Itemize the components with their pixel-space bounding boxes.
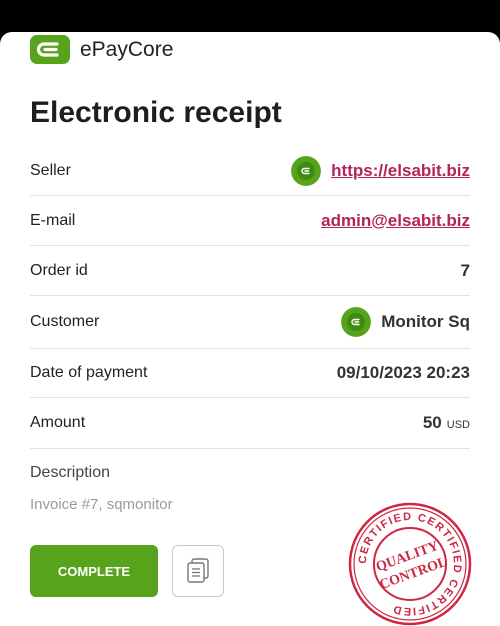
email-label: E-mail [30, 211, 76, 229]
description-text: Invoice #7, sqmonitor [30, 496, 173, 513]
row-seller: Seller https://elsabit.biz [30, 146, 470, 196]
receipt-details: Seller https://elsabit.biz E-mail admin@… [30, 146, 470, 449]
amount-label: Amount [30, 414, 86, 431]
customer-avatar-icon [341, 307, 372, 337]
row-date: Date of payment 09/10/2023 20:23 [30, 349, 470, 398]
copy-button[interactable] [172, 545, 224, 597]
quality-control-stamp: CERTIFIED CERTIFIED CERTIFIED QUALITY CO… [348, 502, 472, 626]
customer-name: Monitor Sq [381, 312, 470, 331]
row-email: E-mail admin@elsabit.biz [30, 196, 470, 246]
receipt-card: ePayCore Electronic receipt Seller https… [0, 32, 500, 626]
date-value: 09/10/2023 20:23 [336, 363, 470, 382]
row-amount: Amount 50 USD [30, 398, 470, 449]
seller-avatar-icon [291, 155, 322, 186]
brand-name: ePayCore [80, 37, 174, 61]
row-order-id: Order id 7 [30, 246, 470, 296]
page-title: Electronic receipt [30, 96, 282, 129]
seller-link[interactable]: https://elsabit.biz [331, 161, 470, 181]
customer-value: Monitor Sq [341, 307, 470, 337]
epaycore-logo-icon [30, 35, 70, 64]
seller-value: https://elsabit.biz [291, 155, 470, 186]
row-customer: Customer Monitor Sq [30, 296, 470, 349]
brand[interactable]: ePayCore [30, 35, 173, 64]
description-label: Description [30, 464, 111, 481]
email-link[interactable]: admin@elsabit.biz [321, 211, 470, 231]
customer-label: Customer [30, 313, 100, 330]
date-label: Date of payment [30, 364, 148, 381]
email-value: admin@elsabit.biz [321, 211, 470, 231]
order-id-label: Order id [30, 261, 88, 279]
seller-label: Seller [30, 161, 71, 179]
amount-currency: USD [446, 419, 470, 431]
order-id-value: 7 [460, 260, 470, 280]
copy-icon [187, 558, 209, 583]
complete-button[interactable]: COMPLETE [30, 545, 158, 597]
amount-number: 50 [422, 413, 442, 432]
amount-value: 50 USD [423, 413, 470, 433]
